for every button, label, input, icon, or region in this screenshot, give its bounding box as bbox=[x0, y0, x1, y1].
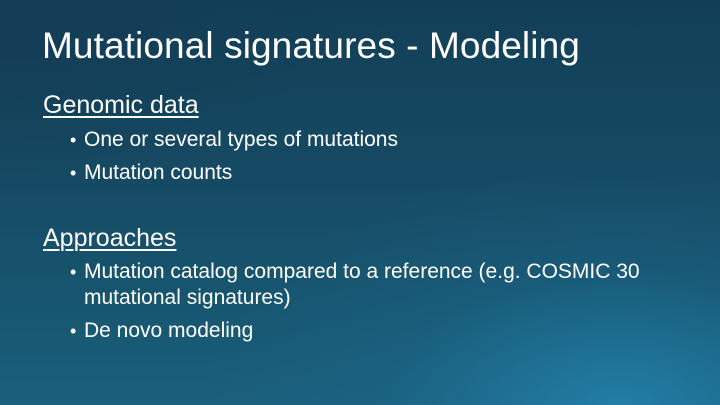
slide: { "title": "Mutational signatures - Mode… bbox=[0, 0, 720, 405]
bullet-icon: • bbox=[70, 321, 77, 341]
slide-title: Mutational signatures - Modeling bbox=[42, 25, 580, 66]
section-heading-approaches: Approaches bbox=[43, 224, 177, 252]
list-item: • Mutation counts bbox=[70, 160, 398, 186]
list-item: • One or several types of mutations bbox=[70, 127, 398, 153]
section-heading-genomic-data: Genomic data bbox=[43, 91, 199, 119]
bullet-text: Mutation catalog compared to a reference… bbox=[84, 260, 640, 309]
bullet-text: De novo modeling bbox=[84, 319, 254, 342]
list-item: • De novo modeling bbox=[70, 318, 644, 344]
approaches-list: • Mutation catalog compared to a referen… bbox=[70, 259, 644, 351]
bullet-text: One or several types of mutations bbox=[84, 128, 398, 151]
bullet-text: Mutation counts bbox=[84, 161, 233, 184]
genomic-data-list: • One or several types of mutations • Mu… bbox=[70, 127, 398, 193]
bullet-icon: • bbox=[70, 262, 77, 282]
bullet-icon: • bbox=[70, 130, 77, 150]
list-item: • Mutation catalog compared to a referen… bbox=[70, 259, 644, 311]
bullet-icon: • bbox=[70, 163, 77, 183]
